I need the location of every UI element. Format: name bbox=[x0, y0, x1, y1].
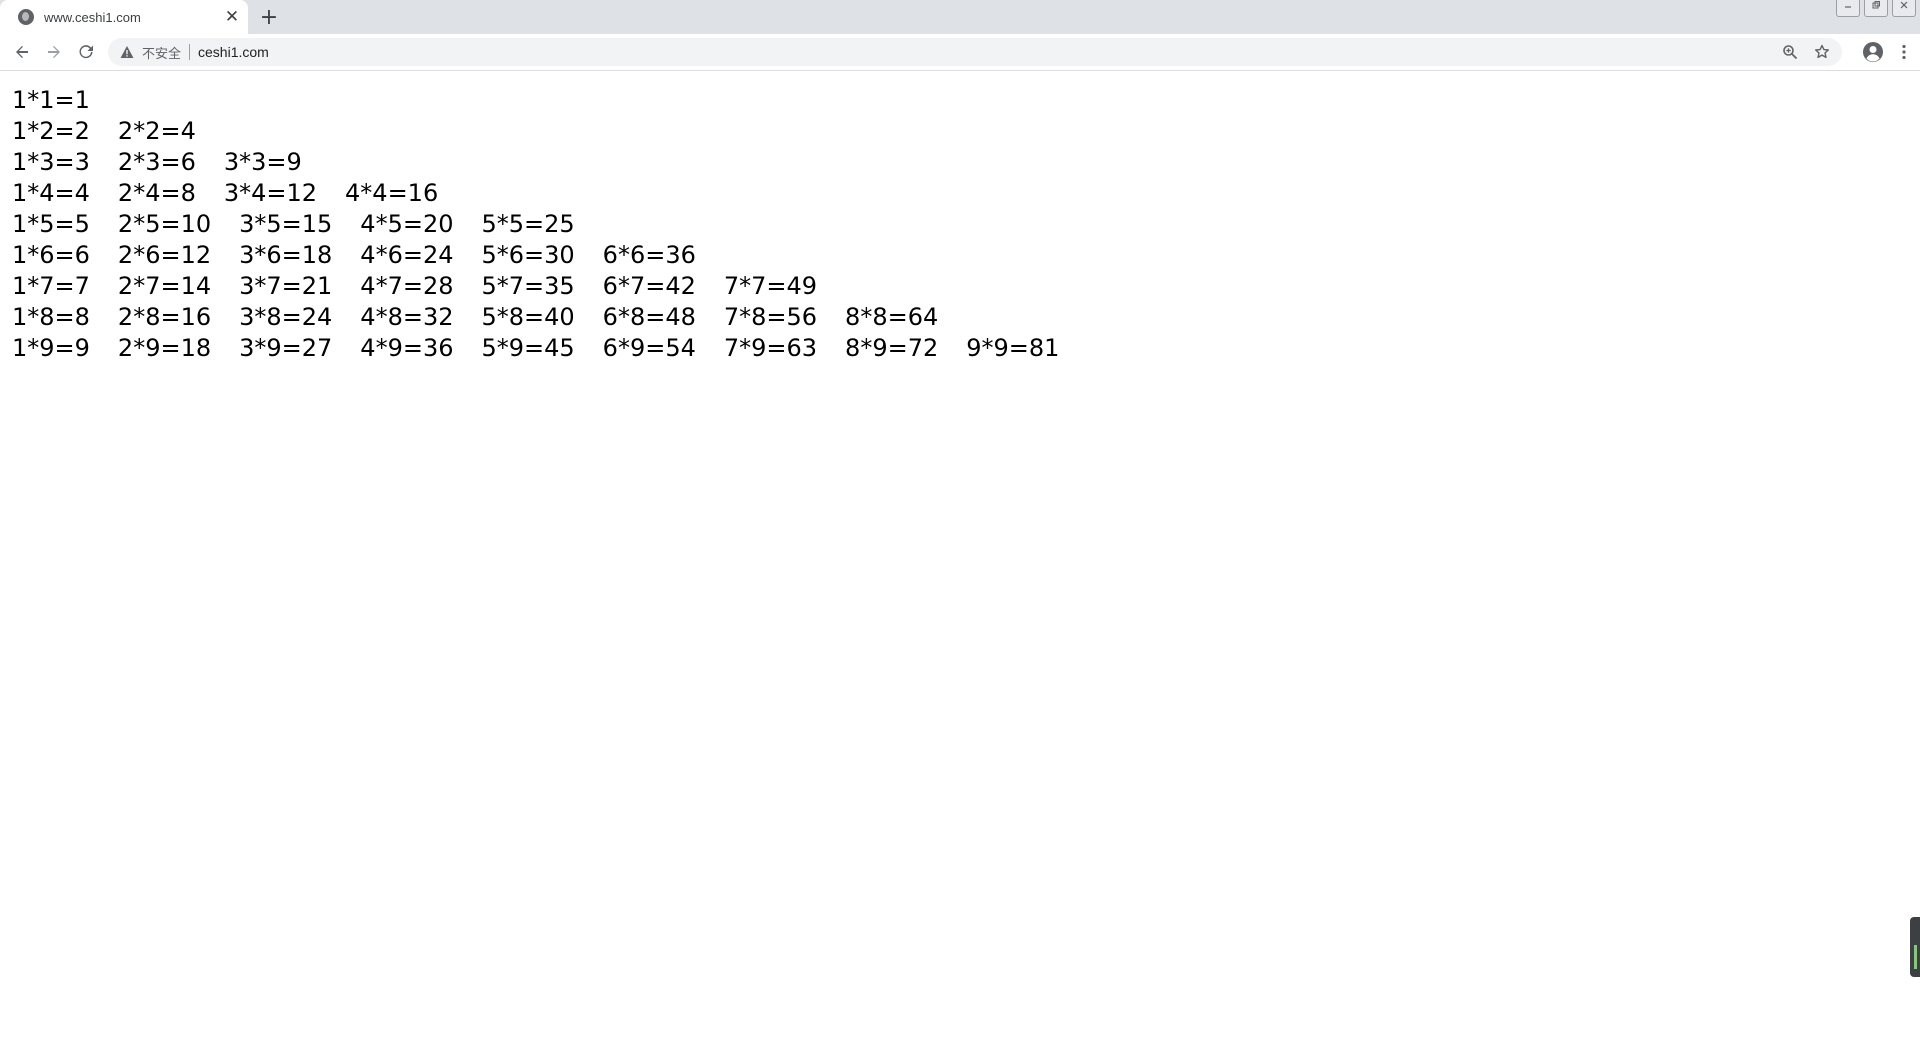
table-cell: 1*6=6 bbox=[12, 241, 90, 269]
table-cell: 5*6=30 bbox=[481, 241, 575, 269]
table-row: 1*8=8 2*8=16 3*8=24 4*8=32 5*8=40 6*8=48 7*8=5… bbox=[12, 302, 1087, 333]
reload-button[interactable] bbox=[72, 38, 100, 66]
table-cell: 8*9=72 bbox=[845, 334, 939, 362]
table-cell: 6*8=48 bbox=[602, 303, 696, 331]
table-cell: 2*4=8 bbox=[117, 179, 196, 207]
restore-icon bbox=[1872, 1, 1880, 9]
table-row: 1*2=2 2*2=4 bbox=[12, 116, 1087, 147]
table-cell: 3*7=21 bbox=[239, 272, 333, 300]
table-cell: 6*7=42 bbox=[602, 272, 696, 300]
table-cell: 3*9=27 bbox=[239, 334, 333, 362]
table-cell: 4*8=32 bbox=[360, 303, 454, 331]
table-cell: 4*6=24 bbox=[360, 241, 454, 269]
table-cell: 4*7=28 bbox=[360, 272, 454, 300]
table-cell: 1*9=9 bbox=[12, 334, 90, 362]
star-icon[interactable] bbox=[1812, 42, 1832, 62]
table-cell: 2*2=4 bbox=[117, 117, 196, 145]
tab-title: www.ceshi1.com bbox=[44, 9, 141, 25]
security-status-label[interactable]: 不安全 bbox=[142, 43, 181, 62]
zoom-icon[interactable] bbox=[1780, 42, 1800, 62]
table-cell: 2*9=18 bbox=[117, 334, 212, 362]
table-cell: 5*8=40 bbox=[481, 303, 575, 331]
tab-close-button[interactable]: ✕ bbox=[222, 7, 242, 27]
multiplication-table: 1*1=1 1*2=2 2*2=4 1*3=3 2*3=6 3*3=9 1*4=4 2*4=8… bbox=[12, 85, 1087, 364]
table-row: 1*9=9 2*9=18 3*9=27 4*9=36 5*9=45 6*9=54 7*9=6… bbox=[12, 333, 1087, 364]
table-cell: 3*8=24 bbox=[239, 303, 333, 331]
close-icon bbox=[1900, 1, 1908, 9]
table-cell: 3*3=9 bbox=[223, 148, 302, 176]
table-cell: 6*6=36 bbox=[602, 241, 696, 269]
table-cell: 2*6=12 bbox=[117, 241, 212, 269]
url-text[interactable]: ceshi1.com bbox=[198, 44, 1780, 60]
table-cell: 3*6=18 bbox=[239, 241, 333, 269]
address-bar-actions bbox=[1780, 42, 1832, 62]
table-cell: 8*8=64 bbox=[845, 303, 939, 331]
minimize-icon bbox=[1845, 6, 1851, 8]
address-divider bbox=[189, 44, 191, 60]
table-cell: 1*3=3 bbox=[12, 148, 90, 176]
table-cell: 2*3=6 bbox=[117, 148, 196, 176]
table-row: 1*7=7 2*7=14 3*7=21 4*7=28 5*7=35 6*7=42 7*7=4… bbox=[12, 271, 1087, 302]
table-cell: 1*8=8 bbox=[12, 303, 90, 331]
tab-active[interactable]: www.ceshi1.com ✕ bbox=[0, 0, 248, 34]
menu-dots-icon[interactable] bbox=[1894, 38, 1914, 66]
back-arrow-icon bbox=[16, 46, 28, 58]
table-cell: 9*9=81 bbox=[966, 334, 1060, 362]
table-cell: 5*9=45 bbox=[481, 334, 575, 362]
tab-strip: www.ceshi1.com ✕ + bbox=[0, 0, 1920, 34]
close-window-button[interactable] bbox=[1892, 0, 1916, 17]
table-cell: 1*5=5 bbox=[12, 210, 90, 238]
table-cell: 3*4=12 bbox=[223, 179, 318, 207]
table-cell: 7*9=63 bbox=[723, 334, 818, 362]
table-cell: 7*8=56 bbox=[723, 303, 818, 331]
profile-icon[interactable] bbox=[1860, 38, 1886, 66]
forward-arrow-icon bbox=[48, 46, 60, 58]
table-cell: 5*5=25 bbox=[481, 210, 575, 238]
forward-button[interactable] bbox=[40, 38, 68, 66]
browser-window: www.ceshi1.com ✕ + 不安全 ceshi1.com 1*1=1 … bbox=[0, 0, 1920, 1040]
table-cell: 4*4=16 bbox=[345, 179, 439, 207]
toolbar: 不安全 ceshi1.com bbox=[0, 34, 1920, 71]
warning-triangle-icon[interactable] bbox=[120, 45, 134, 59]
table-cell: 4*5=20 bbox=[360, 210, 454, 238]
table-cell: 2*5=10 bbox=[117, 210, 212, 238]
page-content: 1*1=1 1*2=2 2*2=4 1*3=3 2*3=6 3*3=9 1*4=4 2*4=8… bbox=[0, 71, 1920, 1040]
address-bar[interactable]: 不安全 ceshi1.com bbox=[108, 38, 1842, 66]
table-cell: 7*7=49 bbox=[723, 272, 818, 300]
reload-icon bbox=[79, 45, 93, 59]
table-cell: 1*1=1 bbox=[12, 86, 90, 114]
table-cell: 6*9=54 bbox=[602, 334, 696, 362]
toolbar-right-actions bbox=[1860, 38, 1914, 66]
globe-icon bbox=[18, 9, 34, 25]
table-row: 1*6=6 2*6=12 3*6=18 4*6=24 5*6=30 6*6=36 bbox=[12, 240, 1087, 271]
table-cell: 4*9=36 bbox=[360, 334, 454, 362]
table-cell: 5*7=35 bbox=[481, 272, 575, 300]
table-cell: 2*7=14 bbox=[117, 272, 212, 300]
restore-button[interactable] bbox=[1864, 0, 1888, 17]
table-row: 1*3=3 2*3=6 3*3=9 bbox=[12, 147, 1087, 178]
table-row: 1*4=4 2*4=8 3*4=12 4*4=16 bbox=[12, 178, 1087, 209]
table-cell: 2*8=16 bbox=[117, 303, 212, 331]
table-cell: 1*4=4 bbox=[12, 179, 90, 207]
table-cell: 1*2=2 bbox=[12, 117, 90, 145]
minimize-button[interactable] bbox=[1836, 0, 1860, 17]
table-cell: 1*7=7 bbox=[12, 272, 90, 300]
new-tab-button[interactable]: + bbox=[256, 5, 282, 31]
table-cell: 3*5=15 bbox=[239, 210, 333, 238]
side-panel-handle[interactable] bbox=[1910, 917, 1920, 977]
table-row: 1*1=1 bbox=[12, 85, 1087, 116]
back-button[interactable] bbox=[8, 38, 36, 66]
window-controls bbox=[1836, 0, 1916, 17]
table-row: 1*5=5 2*5=10 3*5=15 4*5=20 5*5=25 bbox=[12, 209, 1087, 240]
